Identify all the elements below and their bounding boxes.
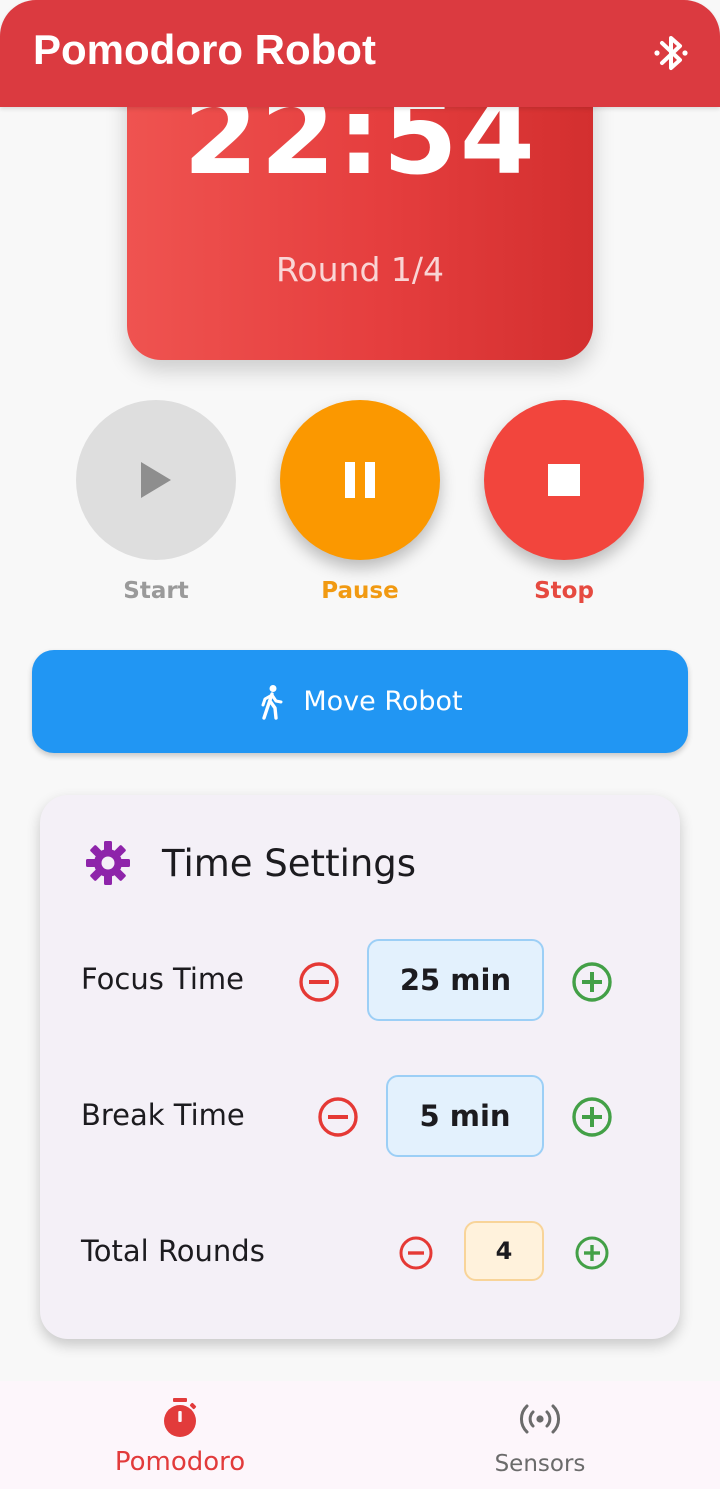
time-settings-card: Time Settings Focus Time 25 min Break Ti… bbox=[40, 795, 680, 1339]
stop-control: Stop bbox=[484, 400, 644, 604]
focus-time-value[interactable]: 25 min bbox=[367, 939, 544, 1021]
app-title: Pomodoro Robot bbox=[33, 26, 376, 73]
rounds-minus-button[interactable] bbox=[398, 1235, 434, 1271]
app-screen: 22:54 Round 1/4 Pomodoro Robot Start Pau… bbox=[0, 0, 720, 1489]
pause-control: Pause bbox=[280, 400, 440, 604]
start-button[interactable] bbox=[76, 400, 236, 560]
focus-plus-button[interactable] bbox=[570, 960, 614, 1004]
move-robot-button[interactable]: Move Robot bbox=[32, 650, 688, 753]
total-rounds-label: Total Rounds bbox=[81, 1234, 265, 1268]
settings-header: Time Settings bbox=[84, 839, 416, 887]
break-minus-button[interactable] bbox=[316, 1095, 360, 1139]
break-plus-button[interactable] bbox=[570, 1095, 614, 1139]
gear-icon bbox=[86, 841, 130, 885]
start-label: Start bbox=[123, 578, 189, 604]
timer-icon bbox=[164, 1398, 197, 1437]
stop-icon bbox=[548, 464, 580, 496]
pause-label: Pause bbox=[321, 578, 399, 604]
app-header: Pomodoro Robot bbox=[0, 0, 720, 107]
move-robot-label: Move Robot bbox=[303, 686, 463, 717]
stop-button[interactable] bbox=[484, 400, 644, 560]
bluetooth-icon[interactable] bbox=[652, 32, 690, 74]
pause-button[interactable] bbox=[280, 400, 440, 560]
start-control: Start bbox=[76, 400, 236, 604]
focus-time-label: Focus Time bbox=[81, 962, 245, 996]
break-time-label: Break Time bbox=[81, 1098, 245, 1132]
total-rounds-value[interactable]: 4 bbox=[464, 1221, 544, 1281]
pause-icon bbox=[345, 462, 375, 498]
nav-tab-pomodoro[interactable]: Pomodoro bbox=[0, 1381, 360, 1489]
focus-minus-button[interactable] bbox=[297, 960, 341, 1004]
nav-tab-sensors[interactable]: Sensors bbox=[360, 1381, 720, 1489]
nav-label-sensors: Sensors bbox=[494, 1451, 586, 1477]
round-indicator: Round 1/4 bbox=[275, 250, 444, 289]
play-icon bbox=[141, 462, 171, 498]
break-time-value[interactable]: 5 min bbox=[386, 1075, 544, 1157]
walk-icon bbox=[261, 684, 283, 720]
nav-label-pomodoro: Pomodoro bbox=[114, 1447, 246, 1477]
stop-label: Stop bbox=[534, 578, 594, 604]
rounds-plus-button[interactable] bbox=[574, 1235, 610, 1271]
bottom-navigation: Pomodoro Sensors bbox=[0, 1381, 720, 1489]
sensors-icon bbox=[520, 1404, 560, 1434]
settings-title: Time Settings bbox=[162, 841, 417, 885]
